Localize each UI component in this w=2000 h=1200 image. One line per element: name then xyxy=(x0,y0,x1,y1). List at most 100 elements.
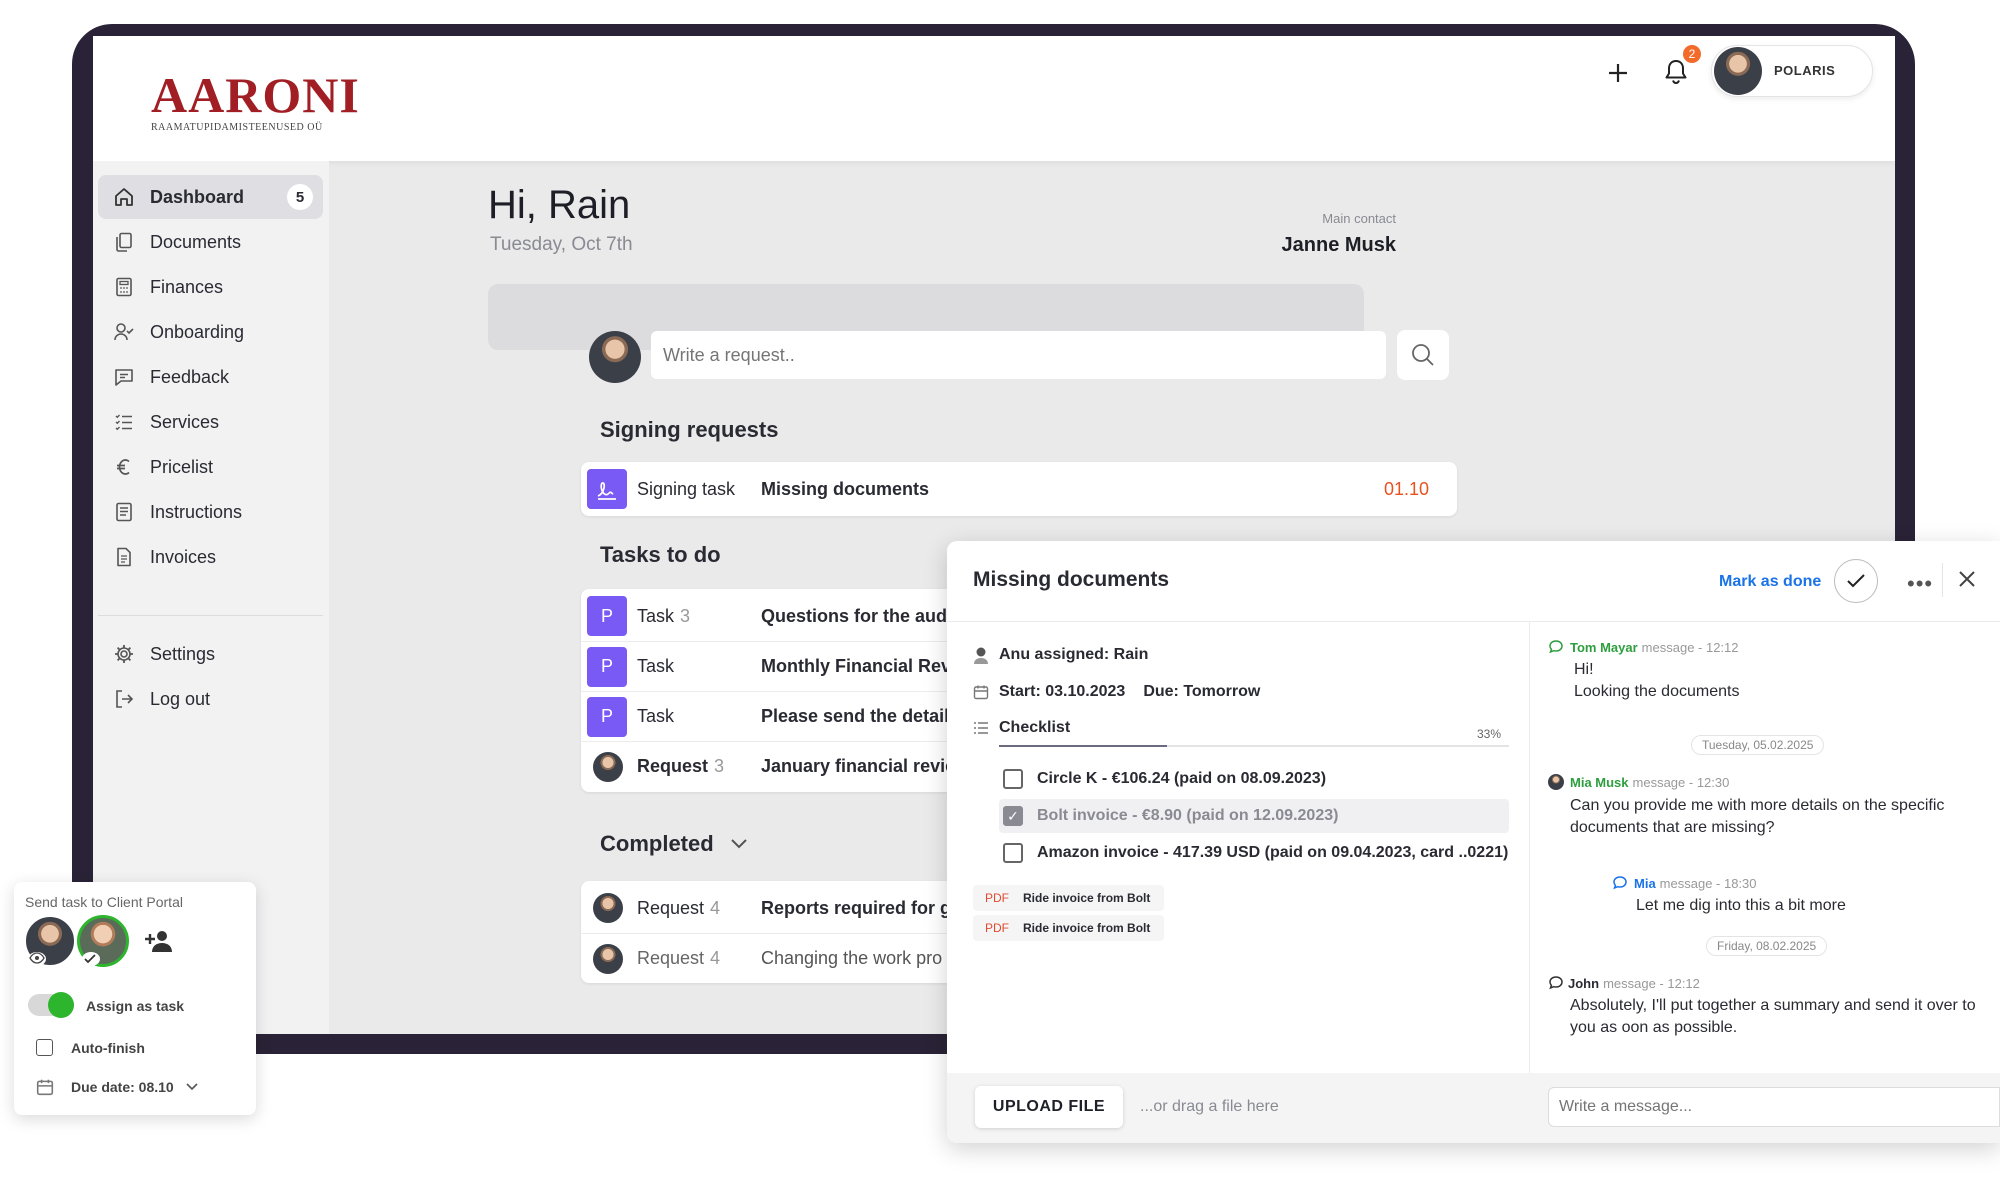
sidebar-item-dashboard[interactable]: Dashboard 5 xyxy=(98,175,323,219)
message-input[interactable] xyxy=(1548,1087,2000,1127)
sidebar-item-feedback[interactable]: Feedback xyxy=(98,355,323,399)
euro-icon xyxy=(110,456,138,478)
invoice-icon xyxy=(110,546,138,568)
chat-message-text: Absolutely, I'll put together a summary … xyxy=(1570,997,1976,1036)
chat-bubble-icon xyxy=(1549,976,1563,990)
row-type: Request 4 xyxy=(637,897,721,918)
sidebar-item-settings[interactable]: Settings xyxy=(98,632,323,676)
checklist-header: Checklist xyxy=(973,719,1070,737)
checklist-progress-fill xyxy=(999,745,1168,747)
greeting: Hi, Rain xyxy=(488,183,631,227)
sidebar-item-label: Finances xyxy=(150,276,224,297)
sidebar-item-label: Pricelist xyxy=(150,456,214,477)
main-contact-name[interactable]: Janne Musk xyxy=(1180,234,1396,257)
avatar xyxy=(1548,774,1564,790)
completed-title: Completed xyxy=(600,831,714,856)
checklist-item[interactable]: ✓ Bolt invoice - €8.90 (paid on 12.09.20… xyxy=(999,799,1509,833)
row-title: Missing documents xyxy=(761,478,930,499)
avatar xyxy=(589,331,641,383)
attachment[interactable]: PDF Ride invoice from Bolt xyxy=(973,885,1165,911)
search-button[interactable] xyxy=(1397,330,1449,380)
project-tag: P xyxy=(587,696,627,737)
sidebar-item-invoices[interactable]: Invoices xyxy=(98,535,323,579)
auto-finish-checkbox[interactable] xyxy=(36,1039,53,1056)
close-icon[interactable] xyxy=(1957,569,1977,594)
checkbox[interactable] xyxy=(1003,769,1023,789)
drag-hint: ...or drag a file here xyxy=(1140,1098,1279,1115)
more-options-icon[interactable]: ••• xyxy=(1907,571,1933,597)
send-task-card: Send task to Client Portal Assign as tas… xyxy=(14,882,256,1115)
sidebar-item-label: Onboarding xyxy=(150,321,245,342)
request-input[interactable] xyxy=(651,331,1386,379)
row-type: Signing task xyxy=(637,478,736,499)
checkbox[interactable] xyxy=(1003,843,1023,863)
row-type: Request 3 xyxy=(637,756,725,776)
auto-finish-label: Auto-finish xyxy=(71,1040,145,1056)
brand-name: AARONI xyxy=(151,67,360,123)
mark-done-button[interactable] xyxy=(1834,559,1878,603)
add-user-icon[interactable] xyxy=(144,928,174,959)
sidebar-item-documents[interactable]: Documents xyxy=(98,220,323,264)
sidebar-item-label: Services xyxy=(150,411,220,432)
row-type: Task xyxy=(637,656,675,676)
profile-menu[interactable]: POLARIS xyxy=(1711,45,1873,97)
chat-message-header: John message - 12:12 xyxy=(1548,975,1700,991)
due-date-dropdown[interactable]: Due date: 08.10 xyxy=(71,1079,198,1095)
panel-title: Missing documents xyxy=(973,568,1170,591)
upload-file-button[interactable]: UPLOAD FILE xyxy=(975,1086,1123,1128)
chat-message-text: Hi! Looking the documents xyxy=(1574,661,1740,700)
profile-name: POLARIS xyxy=(1774,63,1836,78)
user-check-icon xyxy=(110,321,138,343)
schedule-info: Start: 03.10.2023 Due: Tomorrow xyxy=(973,683,1260,701)
header-divider xyxy=(1942,563,1943,597)
sidebar-item-services[interactable]: Services xyxy=(98,400,323,444)
chat-message-text: Let me dig into this a bit more xyxy=(1636,897,1846,914)
chat-bubble-icon xyxy=(1549,640,1563,654)
checkbox[interactable]: ✓ xyxy=(1003,806,1023,826)
row-title: Please send the details xyxy=(761,706,960,726)
checklist-percent: 33% xyxy=(1477,727,1502,741)
check-icon xyxy=(82,952,100,966)
main-contact-label: Main contact xyxy=(1322,211,1396,226)
top-bar: AARONI RAAMATUPIDAMISTEENUSED OÜ 2 POLAR… xyxy=(93,36,1895,161)
calendar-icon xyxy=(973,684,989,700)
brand-subtitle: RAAMATUPIDAMISTEENUSED OÜ xyxy=(151,122,323,133)
sidebar-item-instructions[interactable]: Instructions xyxy=(98,490,323,534)
checklist-item[interactable]: Amazon invoice - 417.39 USD (paid on 09.… xyxy=(999,836,1509,870)
sidebar-item-finances[interactable]: Finances xyxy=(98,265,323,309)
project-tag: P xyxy=(587,646,627,687)
chat-message-header: Tom Mayar message - 12:12 xyxy=(1548,639,1739,655)
calculator-icon xyxy=(110,276,138,298)
completed-toggle[interactable]: Completed xyxy=(600,831,748,857)
sidebar-item-logout[interactable]: Log out xyxy=(98,677,323,721)
row-type: Request 4 xyxy=(637,948,721,968)
sidebar-divider xyxy=(98,615,323,616)
sidebar-item-label: Feedback xyxy=(150,366,230,387)
sidebar-item-label: Documents xyxy=(150,231,242,252)
chat-message-header: Mia message - 18:30 xyxy=(1612,875,1757,891)
sidebar-item-label: Log out xyxy=(150,688,211,709)
logout-icon xyxy=(110,688,138,710)
signing-requests-title: Signing requests xyxy=(600,417,779,442)
message-square-icon xyxy=(110,366,138,388)
pdf-icon: PDF xyxy=(985,921,1009,935)
mark-as-done-link[interactable]: Mark as done xyxy=(1719,573,1821,591)
send-task-title: Send task to Client Portal xyxy=(25,894,183,910)
file-lines-icon xyxy=(110,501,138,523)
avatar xyxy=(1714,47,1762,95)
dashboard-count-badge: 5 xyxy=(287,184,313,210)
tasks-title: Tasks to do xyxy=(600,542,721,567)
brand-logo[interactable]: AARONI RAAMATUPIDAMISTEENUSED OÜ xyxy=(151,70,360,133)
sidebar-item-label: Dashboard xyxy=(150,186,245,207)
plus-icon[interactable] xyxy=(1603,58,1633,88)
current-date: Tuesday, Oct 7th xyxy=(490,234,633,255)
assign-as-task-toggle[interactable] xyxy=(28,992,74,1018)
missing-documents-panel: Missing documents Mark as done ••• Anu a… xyxy=(947,541,2000,1143)
table-row[interactable]: Signing task Missing documents 01.10 xyxy=(581,464,1457,514)
chevron-down-icon xyxy=(186,1083,198,1091)
check-icon xyxy=(1847,574,1865,588)
checklist-item[interactable]: Circle K - €106.24 (paid on 08.09.2023) xyxy=(999,762,1509,796)
sidebar-item-pricelist[interactable]: Pricelist xyxy=(98,445,323,489)
sidebar-item-onboarding[interactable]: Onboarding xyxy=(98,310,323,354)
attachment[interactable]: PDF Ride invoice from Bolt xyxy=(973,915,1165,941)
